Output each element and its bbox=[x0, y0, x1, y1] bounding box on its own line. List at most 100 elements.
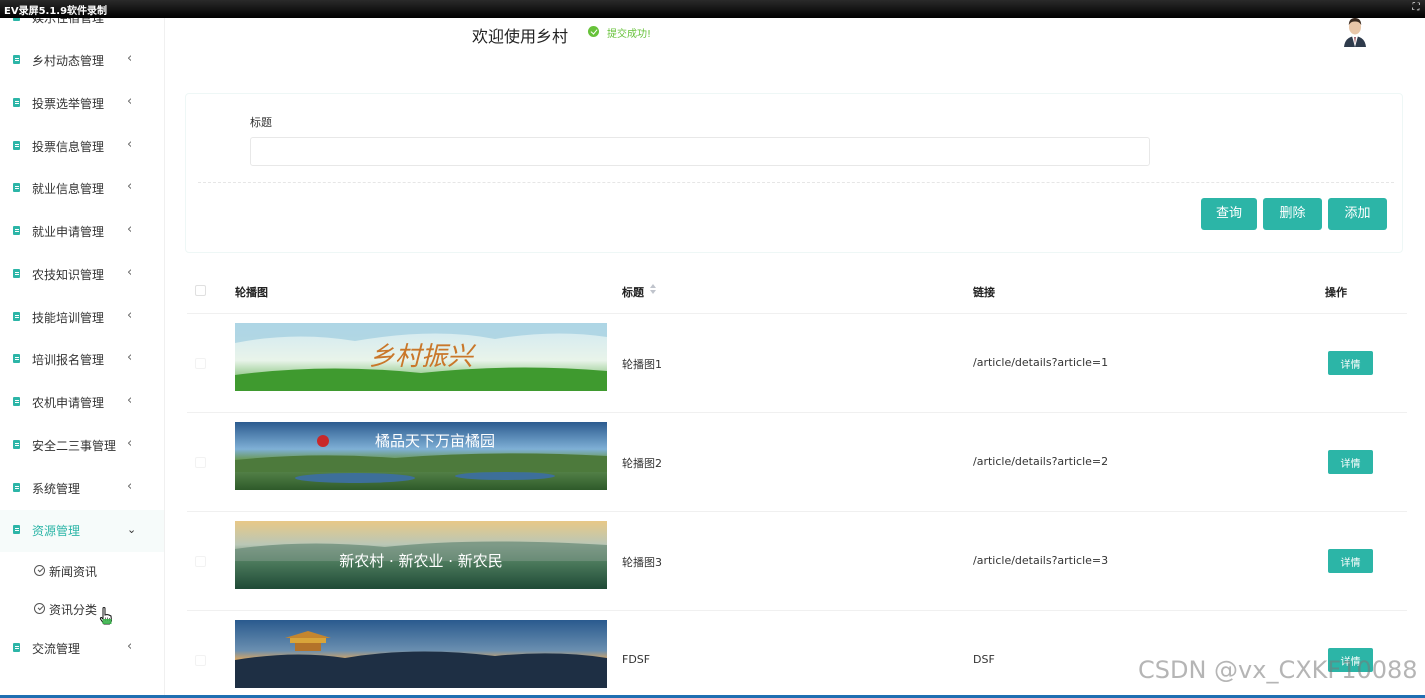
document-icon bbox=[13, 397, 20, 406]
sidebar-item-label: 投票选举管理 bbox=[32, 97, 105, 111]
document-icon bbox=[13, 643, 20, 652]
fullscreen-icon[interactable]: ⛶ bbox=[1410, 2, 1422, 14]
row-title: 轮播图2 bbox=[622, 457, 662, 470]
detail-button[interactable]: 详情 bbox=[1328, 549, 1373, 573]
row-link: /article/details?article=2 bbox=[973, 455, 1109, 468]
add-button[interactable]: 添加 bbox=[1328, 198, 1387, 230]
row-title: FDSF bbox=[622, 653, 651, 666]
check-circle-icon bbox=[34, 603, 45, 614]
select-all-checkbox[interactable] bbox=[195, 285, 206, 296]
sidebar-item-village-news[interactable]: 乡村动态管理 ‹ bbox=[0, 40, 164, 82]
detail-button[interactable]: 详情 bbox=[1328, 450, 1373, 474]
chevron-left-icon: ‹ bbox=[127, 265, 133, 280]
document-icon bbox=[13, 354, 20, 363]
sidebar-item-label: 乡村动态管理 bbox=[32, 54, 105, 68]
chevron-left-icon: ‹ bbox=[127, 350, 133, 365]
table-row: 橘品天下万亩橘园 轮播图2 /article/details?article=2… bbox=[187, 412, 1407, 511]
table-row: 新农村 · 新农业 · 新农民 轮播图3 /article/details?ar… bbox=[187, 511, 1407, 610]
chevron-left-icon: ‹ bbox=[127, 51, 133, 66]
sidebar-item-label: 系统管理 bbox=[32, 482, 81, 496]
banner-caption: 新农村 · 新农业 · 新农民 bbox=[339, 552, 503, 570]
chevron-left-icon: ‹ bbox=[127, 436, 133, 451]
sidebar-item-communication[interactable]: 交流管理 ‹ bbox=[0, 628, 164, 670]
table-row: FDSF DSF 详情 bbox=[187, 610, 1407, 698]
document-icon bbox=[13, 312, 20, 321]
banner-image bbox=[235, 620, 607, 688]
chevron-left-icon: ‹ bbox=[127, 308, 133, 323]
column-header-link: 链接 bbox=[973, 286, 995, 299]
banner-caption: 橘品天下万亩橘园 bbox=[375, 432, 495, 450]
sidebar-subitem-news[interactable]: 新闻资讯 bbox=[0, 553, 164, 589]
sidebar-item-label: 投票信息管理 bbox=[32, 140, 105, 154]
recorder-title: EV录屏5.1.9软件录制 bbox=[4, 6, 108, 17]
sidebar: 娱乐住宿管理 ‹ 乡村动态管理 ‹ 投票选举管理 ‹ 投票信息管理 ‹ 就业信息… bbox=[0, 0, 165, 698]
check-circle-icon bbox=[34, 565, 45, 576]
divider bbox=[198, 182, 1394, 183]
document-icon bbox=[13, 55, 20, 64]
sidebar-subitem-label: 资讯分类 bbox=[49, 603, 98, 617]
sidebar-item-machinery-application[interactable]: 农机申请管理 ‹ bbox=[0, 382, 164, 424]
sort-icon[interactable] bbox=[649, 283, 657, 295]
sidebar-subitem-label: 新闻资讯 bbox=[49, 565, 98, 579]
sidebar-item-safety[interactable]: 安全二三事管理 ‹ bbox=[0, 425, 164, 467]
column-header-title[interactable]: 标题 bbox=[622, 284, 644, 300]
row-link: DSF bbox=[973, 653, 995, 666]
document-icon bbox=[13, 183, 20, 192]
column-header-banner: 轮播图 bbox=[235, 286, 268, 299]
success-toast: 提交成功! bbox=[588, 22, 928, 44]
chevron-left-icon: ‹ bbox=[127, 393, 133, 408]
sidebar-item-label: 交流管理 bbox=[32, 642, 81, 656]
sidebar-subitem-news-category[interactable]: 资讯分类 bbox=[0, 591, 164, 627]
row-link: /article/details?article=3 bbox=[973, 554, 1109, 567]
sidebar-item-system[interactable]: 系统管理 ‹ bbox=[0, 468, 164, 510]
column-header-action: 操作 bbox=[1325, 286, 1347, 299]
table-row: 乡村振兴 轮播图1 /article/details?article=1 详情 bbox=[187, 313, 1407, 412]
document-icon bbox=[13, 269, 20, 278]
sidebar-item-label: 技能培训管理 bbox=[32, 311, 105, 325]
banner-caption: 乡村振兴 bbox=[369, 342, 477, 372]
header: 欢迎使用乡村 提交成功! bbox=[165, 13, 1425, 78]
sidebar-item-resources[interactable]: 资源管理 ⌄ bbox=[0, 510, 164, 552]
document-icon bbox=[13, 226, 20, 235]
chevron-left-icon: ‹ bbox=[127, 222, 133, 237]
sidebar-item-skill-training[interactable]: 技能培训管理 ‹ bbox=[0, 297, 164, 339]
delete-button[interactable]: 删除 bbox=[1263, 198, 1322, 230]
document-icon bbox=[13, 440, 20, 449]
sidebar-item-label: 安全二三事管理 bbox=[32, 439, 117, 453]
banner-image: 新农村 · 新农业 · 新农民 bbox=[235, 521, 607, 589]
banner-image: 橘品天下万亩橘园 bbox=[235, 422, 607, 490]
sidebar-item-job-application[interactable]: 就业申请管理 ‹ bbox=[0, 211, 164, 253]
sidebar-item-label: 培训报名管理 bbox=[32, 353, 105, 367]
welcome-title: 欢迎使用乡村 bbox=[472, 27, 569, 46]
title-filter-input[interactable] bbox=[250, 137, 1150, 166]
sidebar-item-label: 资源管理 bbox=[32, 524, 81, 538]
chevron-left-icon: ‹ bbox=[127, 94, 133, 109]
row-checkbox[interactable] bbox=[195, 457, 206, 468]
sidebar-item-job-info[interactable]: 就业信息管理 ‹ bbox=[0, 168, 164, 210]
hand-cursor-icon bbox=[99, 607, 113, 625]
row-checkbox[interactable] bbox=[195, 358, 206, 369]
detail-button[interactable]: 详情 bbox=[1328, 351, 1373, 375]
sidebar-item-voting-info[interactable]: 投票信息管理 ‹ bbox=[0, 126, 164, 168]
sidebar-item-training-signup[interactable]: 培训报名管理 ‹ bbox=[0, 339, 164, 381]
row-checkbox[interactable] bbox=[195, 556, 206, 567]
chevron-left-icon: ‹ bbox=[127, 479, 133, 494]
query-button[interactable]: 查询 bbox=[1201, 198, 1257, 230]
chevron-left-icon: ‹ bbox=[127, 639, 133, 654]
toast-message: 提交成功! bbox=[607, 29, 652, 40]
sidebar-item-voting-election[interactable]: 投票选举管理 ‹ bbox=[0, 83, 164, 125]
row-title: 轮播图3 bbox=[622, 556, 662, 569]
document-icon bbox=[13, 98, 20, 107]
document-icon bbox=[13, 483, 20, 492]
title-filter-label: 标题 bbox=[250, 116, 272, 129]
sidebar-item-label: 农机申请管理 bbox=[32, 396, 105, 410]
sidebar-item-label: 就业申请管理 bbox=[32, 225, 105, 239]
watermark: CSDN @vx_CXKF10088 bbox=[1138, 656, 1418, 684]
avatar[interactable] bbox=[1342, 13, 1368, 47]
row-checkbox[interactable] bbox=[195, 655, 206, 666]
recorder-bar: EV录屏5.1.9软件录制 ⛶ bbox=[0, 0, 1425, 18]
sidebar-item-label: 就业信息管理 bbox=[32, 182, 105, 196]
chevron-down-icon: ⌄ bbox=[127, 523, 137, 536]
row-link: /article/details?article=1 bbox=[973, 356, 1109, 369]
sidebar-item-agri-knowledge[interactable]: 农技知识管理 ‹ bbox=[0, 254, 164, 296]
